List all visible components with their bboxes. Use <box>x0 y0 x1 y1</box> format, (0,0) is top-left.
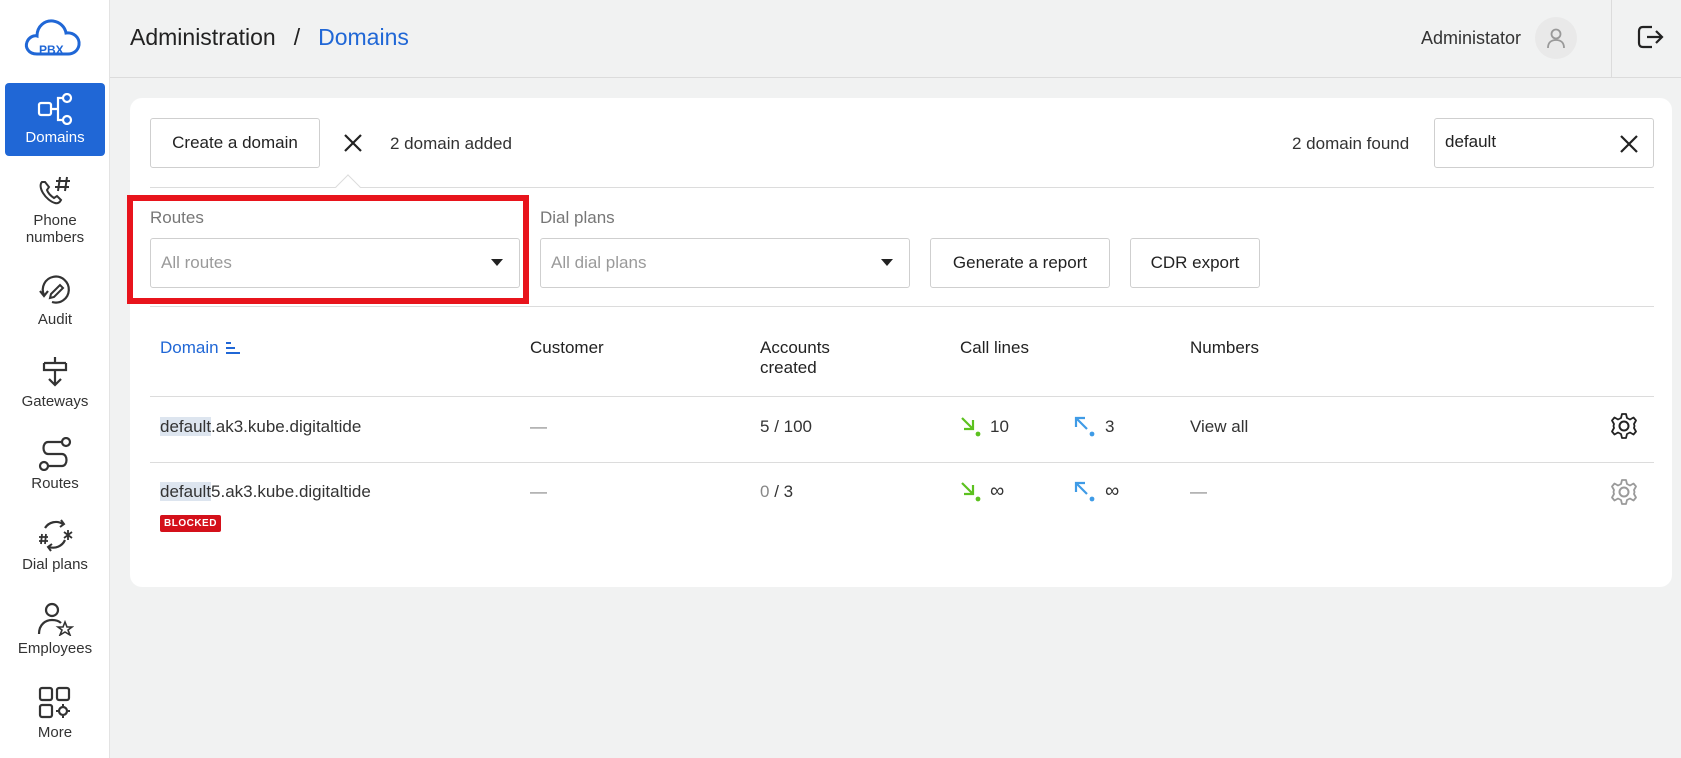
sidebar-item-phone-numbers[interactable]: Phone numbers <box>5 174 105 246</box>
sidebar-item-label: Dial plans <box>22 556 88 573</box>
dial-plan-icon <box>39 519 73 552</box>
column-header-accounts: Accounts created <box>760 338 830 377</box>
logout-button[interactable] <box>1635 22 1665 57</box>
domain-name[interactable]: default.ak3.kube.digitaltide <box>160 417 361 437</box>
sidebar-item-routes[interactable]: Routes <box>5 437 105 492</box>
generate-report-button[interactable]: Generate a report <box>930 238 1110 288</box>
accounts-value: 0 / 3 <box>760 482 793 502</box>
divider <box>150 187 1654 188</box>
numbers-value: — <box>1190 482 1207 501</box>
divider <box>150 306 1654 307</box>
create-domain-button[interactable]: Create a domain <box>150 118 320 168</box>
phone-hash-icon <box>39 176 70 205</box>
view-all-numbers-link[interactable]: View all <box>1190 417 1248 437</box>
found-count-text: 2 domain found <box>1292 134 1410 153</box>
column-header-domain[interactable]: Domain <box>160 338 241 358</box>
top-header: Administration / Domains Administator <box>110 0 1681 78</box>
breadcrumb-separator: / <box>293 24 301 50</box>
customer-value: — <box>530 417 547 436</box>
logout-icon <box>1637 25 1664 49</box>
incoming-lines-value: 10 <box>990 417 1009 436</box>
column-header-call-lines: Call lines <box>960 338 1029 357</box>
sidebar-item-dial-plans[interactable]: Dial plans <box>5 518 105 573</box>
search-match: default <box>160 417 212 436</box>
breadcrumb: Administration / Domains <box>130 24 409 51</box>
added-count-text: 2 domain added <box>390 134 512 153</box>
outgoing-lines-value: 3 <box>1105 417 1115 436</box>
column-header-label: Domain <box>160 338 219 357</box>
pbx-logo[interactable]: PBX <box>23 14 87 64</box>
grid-icon <box>38 686 71 719</box>
sidebar: PBX Domains Phone numbers Audit Gateways <box>0 0 110 758</box>
gear-icon <box>1611 413 1637 439</box>
sidebar-item-label: Phone numbers <box>25 212 85 246</box>
domains-icon <box>37 93 73 125</box>
sidebar-item-label: Audit <box>37 311 73 328</box>
outgoing-call-icon <box>1074 416 1095 437</box>
close-icon <box>344 134 362 152</box>
user-name: Administator <box>1420 28 1521 48</box>
clear-search-button[interactable] <box>1618 133 1640 160</box>
dial-plans-label: Dial plans <box>540 208 615 227</box>
settings-button[interactable] <box>1610 478 1638 511</box>
cdr-export-button[interactable]: CDR export <box>1130 238 1260 288</box>
outgoing-lines-value: ∞ <box>1105 480 1120 502</box>
accounts-total: / 3 <box>769 482 794 501</box>
accounts-value: 5 / 100 <box>760 417 812 437</box>
sidebar-item-gateways[interactable]: Gateways <box>5 355 105 410</box>
sort-icon <box>225 342 240 354</box>
search-input[interactable] <box>1445 132 1605 152</box>
sidebar-item-label: Employees <box>17 640 93 657</box>
column-header-customer: Customer <box>530 338 604 357</box>
domain-rest: .ak3.kube.digitaltide <box>211 417 362 436</box>
domain-rest: 5.ak3.kube.digitaltide <box>211 482 371 501</box>
divider <box>150 462 1654 463</box>
sidebar-item-label: More <box>37 724 73 741</box>
blocked-badge: BLOCKED <box>160 515 221 532</box>
sidebar-item-label: Routes <box>31 475 79 492</box>
sidebar-item-audit[interactable]: Audit <box>5 273 105 328</box>
close-icon <box>1620 135 1638 153</box>
employee-icon <box>37 602 74 636</box>
gear-icon <box>1611 479 1637 505</box>
incoming-lines-value: ∞ <box>990 480 1005 502</box>
incoming-call-icon <box>961 482 981 502</box>
header-divider <box>1611 0 1612 78</box>
user-icon <box>1547 28 1565 49</box>
caret-down-icon <box>881 259 893 266</box>
route-icon <box>38 437 72 471</box>
domain-name[interactable]: default5.ak3.kube.digitaltide <box>160 482 371 502</box>
divider <box>150 396 1654 397</box>
outgoing-call-icon <box>1074 481 1095 502</box>
sidebar-item-label: Gateways <box>21 393 89 410</box>
accounts-total: / 100 <box>769 417 813 436</box>
breadcrumb-domains: Domains <box>318 24 409 50</box>
sidebar-item-more[interactable]: More <box>5 686 105 741</box>
customer-value: — <box>530 482 547 501</box>
search-match: default <box>160 482 212 501</box>
avatar[interactable] <box>1535 17 1577 59</box>
domains-panel: Create a domain 2 domain added 2 domain … <box>127 98 1672 587</box>
highlight-annotation <box>127 195 529 304</box>
dial-plans-select[interactable]: All dial plans <box>540 238 910 288</box>
dial-plans-select-value: All dial plans <box>551 253 647 272</box>
close-added-button[interactable] <box>342 132 364 159</box>
breadcrumb-administration[interactable]: Administration <box>130 24 276 51</box>
audit-icon <box>39 275 70 304</box>
logo-text: PBX <box>39 43 64 57</box>
incoming-call-icon <box>961 417 981 437</box>
sidebar-item-domains[interactable]: Domains <box>5 83 105 156</box>
sidebar-item-employees[interactable]: Employees <box>5 602 105 657</box>
column-header-numbers: Numbers <box>1190 338 1259 357</box>
settings-button[interactable] <box>1610 412 1638 445</box>
sidebar-item-label: Domains <box>25 129 85 146</box>
gateway-icon <box>42 357 68 387</box>
search-box <box>1434 118 1654 168</box>
